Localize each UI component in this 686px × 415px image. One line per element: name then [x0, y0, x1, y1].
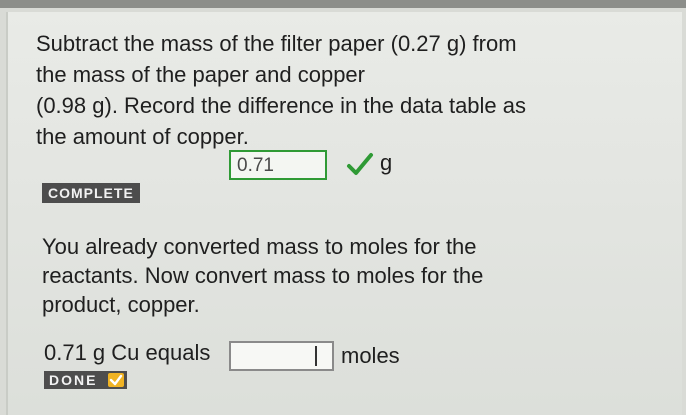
done-check-badge — [108, 373, 125, 387]
check-icon — [110, 374, 123, 386]
instruction-text: You already converted mass to moles for … — [42, 232, 602, 319]
answer-unit: g — [380, 150, 393, 175]
prompt-line: the mass of the paper and copper — [36, 62, 365, 87]
status-badge: COMPLETE — [42, 183, 140, 203]
question-prompt: Subtract the mass of the filter paper (0… — [36, 28, 616, 152]
answer-value: 0.71 — [237, 155, 274, 176]
moles-input[interactable] — [229, 341, 334, 371]
window-top-strip — [0, 0, 686, 8]
prompt-line: the amount of copper. — [36, 124, 249, 149]
copper-mass-answer-field[interactable]: 0.71 — [229, 150, 327, 180]
check-icon — [347, 153, 373, 175]
text-cursor — [315, 346, 317, 366]
info-line: reactants. Now convert mass to moles for… — [42, 263, 484, 288]
prompt-line: Subtract the mass of the filter paper (0… — [36, 31, 517, 56]
conversion-prefix: 0.71 g Cu equals — [44, 340, 211, 365]
info-line: You already converted mass to moles for … — [42, 234, 477, 259]
done-button[interactable]: DONE — [44, 371, 128, 389]
info-line: product, copper. — [42, 292, 200, 317]
moles-unit: moles — [341, 343, 400, 368]
prompt-line: (0.98 g). Record the difference in the d… — [36, 93, 527, 118]
done-button-label: DONE — [49, 372, 98, 388]
